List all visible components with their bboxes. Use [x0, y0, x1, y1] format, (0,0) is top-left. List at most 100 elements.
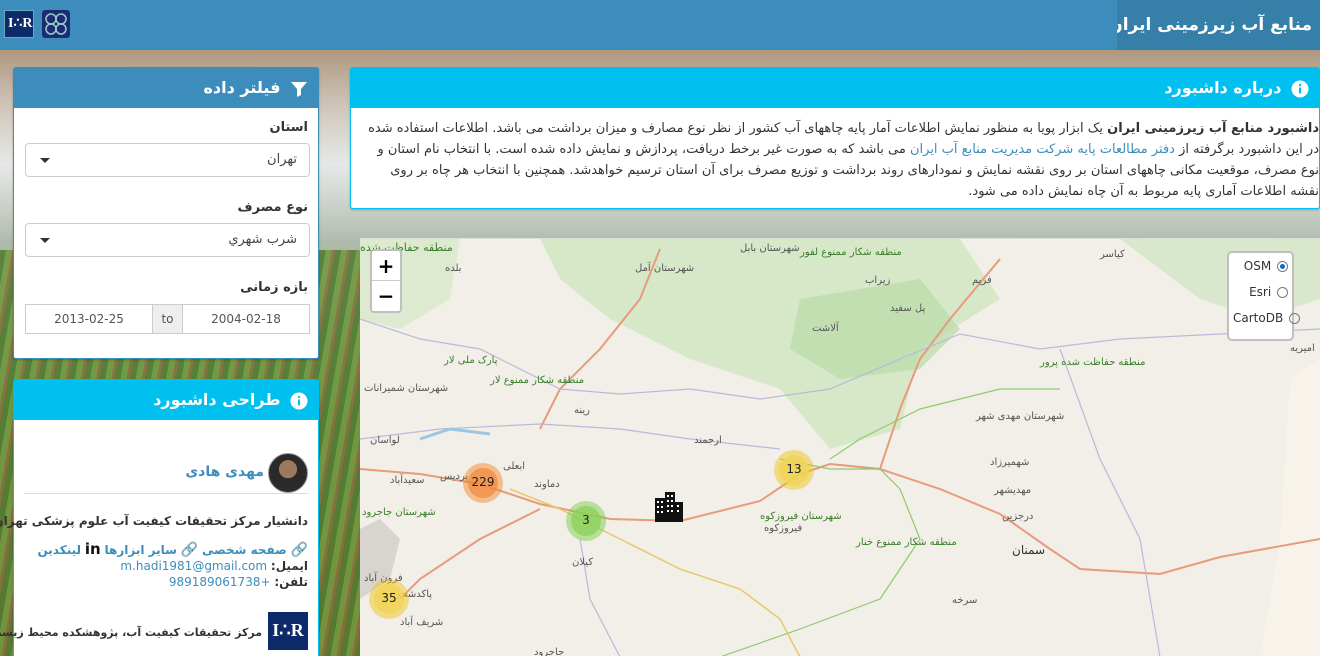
phone-row: تلفن: +989189061738	[169, 575, 308, 589]
usage-select[interactable]: شرب شهري	[25, 223, 310, 257]
link-icon: 🔗	[180, 542, 199, 558]
map-place-label: لواسان	[370, 435, 400, 446]
well-cluster-marker[interactable]: 35	[369, 579, 409, 619]
wells-map[interactable]: منطقه حفاظت شده شهرستان بابل منطقه شکار …	[360, 238, 1320, 656]
filter-panel-title: فیلتر داده	[203, 78, 281, 97]
person-affiliation: دانشیار مرکز تحقیقات کیفیت آب علوم پزشکی…	[0, 514, 308, 528]
map-place-label: ارجمند	[694, 435, 722, 446]
person-name[interactable]: مهدی هادی	[185, 464, 264, 480]
building-icon[interactable]	[653, 492, 685, 522]
layer-label: Esri	[1249, 285, 1272, 299]
date-start-input[interactable]: 2013-02-25	[25, 304, 153, 334]
zoom-out-button[interactable]: −	[372, 281, 400, 311]
cluster-count: 13	[779, 455, 809, 485]
about-panel-header: درباره داشبورد	[351, 68, 1319, 108]
org-name: مرکز تحقیقات کیفیت آب، پژوهشکده محیط زیس…	[0, 626, 262, 639]
map-place-label: شهرستان جاجرود	[362, 507, 436, 518]
chevron-down-icon	[40, 238, 50, 243]
map-place-label: سمنان	[1012, 543, 1046, 557]
map-place-label: زیراب	[865, 275, 891, 286]
map-place-label: کیاسر	[1100, 249, 1125, 260]
usage-value: شرب شهري	[228, 232, 297, 247]
info-icon	[290, 392, 308, 409]
radio-button-icon[interactable]	[1289, 313, 1301, 324]
phone-label: تلفن:	[274, 575, 308, 589]
well-cluster-marker[interactable]: 229	[463, 463, 503, 503]
chevron-down-icon	[40, 158, 50, 163]
app-title: منابع آب زیرزمینی ایران	[1117, 0, 1320, 50]
homepage-link[interactable]: صفحه شخصی	[202, 543, 287, 557]
about-text: داشبورد منابع آب زیرزمینی ایران یک ابزار…	[359, 118, 1319, 202]
map-place-label: جاجرود	[534, 647, 565, 656]
cluster-count: 229	[468, 468, 498, 498]
phone-value[interactable]: +989189061738	[169, 575, 271, 589]
date-range-separator: to	[153, 304, 182, 334]
org-logo: I∴R	[268, 612, 308, 650]
filter-panel: فیلتر داده استان تهران نوع مصرف شرب شهري…	[13, 67, 319, 359]
zoom-control: + −	[370, 249, 402, 313]
about-panel: درباره داشبورد داشبورد منابع آب زیرزمینی…	[350, 67, 1320, 209]
source-link[interactable]: دفتر مطالعات پایه شرکت مدیریت منابع آب ا…	[910, 142, 1175, 157]
university-logo[interactable]	[42, 10, 70, 38]
map-place-label: منطقه شکار ممنوع خنار	[856, 537, 957, 548]
info-icon	[1291, 80, 1309, 97]
map-place-label: بلده	[445, 263, 462, 274]
map-place-label: فیروزکوه	[764, 523, 803, 534]
period-label: بازه زمانی	[240, 280, 308, 295]
map-place-label: آلاشت	[812, 323, 839, 334]
map-place-label: شریف آباد	[400, 617, 444, 628]
well-cluster-marker[interactable]: 3	[566, 501, 606, 541]
province-select[interactable]: تهران	[25, 143, 310, 177]
contact-links: 🔗 صفحه شخصی 🔗 سایر ابزارها in لینکدین	[37, 540, 308, 558]
map-place-label: سرخه	[952, 595, 978, 606]
zoom-in-button[interactable]: +	[372, 251, 400, 281]
knot-icon	[45, 13, 67, 35]
email-value[interactable]: m.hadi1981@gmail.com	[120, 559, 267, 573]
map-place-label: منطقه حفاظت شده پرور	[1040, 357, 1146, 368]
divider	[24, 493, 308, 494]
tools-link[interactable]: سایر ابزارها	[105, 543, 177, 557]
cluster-count: 35	[374, 584, 404, 614]
map-place-label: شهمیرزاد	[990, 457, 1030, 468]
designer-panel: طراحی داشبورد مهدی هادی دانشیار مرکز تحق…	[0, 379, 319, 656]
radio-button-icon[interactable]	[1277, 261, 1288, 272]
linkedin-icon: in	[84, 540, 101, 558]
logo-text: I∴R	[8, 16, 33, 31]
map-place-label: فریم	[972, 275, 992, 286]
province-value: تهران	[267, 152, 297, 167]
avatar	[268, 453, 308, 493]
well-cluster-marker[interactable]: 13	[774, 450, 814, 490]
map-place-label: سعیدآباد	[390, 475, 425, 486]
filter-panel-header: فیلتر داده	[14, 68, 318, 108]
layer-option-osm[interactable]: OSM	[1233, 259, 1288, 285]
map-place-label: پل سفید	[890, 303, 926, 314]
linkedin-link[interactable]: لینکدین	[37, 543, 81, 557]
map-place-label: رینه	[574, 405, 590, 416]
layer-option-esri[interactable]: Esri	[1233, 285, 1288, 311]
layer-label: OSM	[1243, 259, 1272, 273]
layer-option-cartodb[interactable]: CartoDB	[1233, 311, 1301, 337]
map-place-label: شهرستان مهدی شهر	[976, 411, 1065, 422]
province-label: استان	[269, 120, 308, 135]
map-tiles	[360, 239, 1320, 656]
map-place-label: دماوند	[534, 479, 560, 490]
about-lead: داشبورد منابع آب زیرزمینی ایران	[1107, 121, 1319, 136]
layer-label: CartoDB	[1233, 311, 1284, 325]
institute-logo[interactable]: I∴R	[4, 10, 34, 38]
map-place-label: شهرستان بابل	[740, 243, 800, 254]
date-end-input[interactable]: 2004-02-18	[182, 304, 310, 334]
cluster-count: 3	[571, 506, 601, 536]
link-icon: 🔗	[290, 542, 308, 558]
radio-button-icon[interactable]	[1277, 287, 1288, 298]
map-place-label: شهرستان فیروزکوه	[760, 511, 842, 522]
map-place-label: شهرستان شمیرانات	[364, 383, 449, 394]
layer-switcher: OSM Esri CartoDB	[1227, 251, 1301, 341]
map-place-label: مهدیشهر	[994, 485, 1032, 496]
funnel-icon	[291, 81, 307, 97]
designer-panel-header: طراحی داشبورد	[14, 380, 318, 420]
usage-label: نوع مصرف	[237, 200, 308, 215]
map-place-label: کیلان	[572, 557, 594, 568]
date-range-input: 2013-02-25 to 2004-02-18	[25, 304, 310, 334]
map-place-label: پارک ملی لار	[444, 355, 498, 366]
designer-panel-title: طراحی داشبورد	[153, 390, 281, 409]
